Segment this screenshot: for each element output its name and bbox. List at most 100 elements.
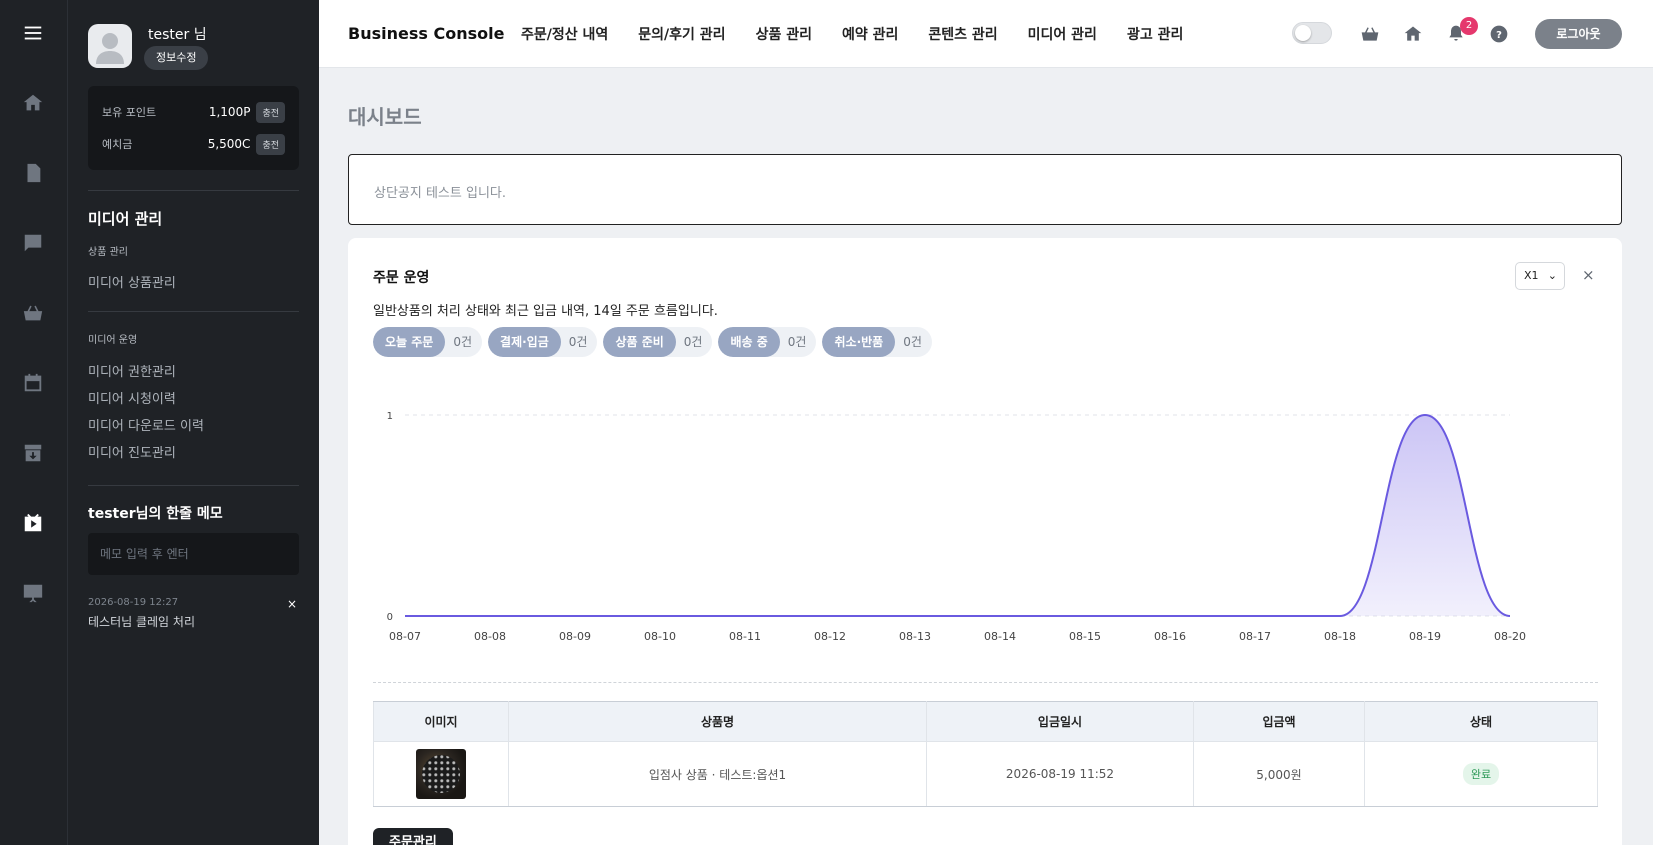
chip-cancel-return[interactable]: 취소·반품 0건 — [822, 327, 932, 357]
page-title: 대시보드 — [348, 105, 422, 129]
chevron-down-icon: ⌄ — [1547, 269, 1557, 282]
theme-toggle[interactable] — [1292, 22, 1332, 44]
column-header: 이미지 — [373, 701, 509, 742]
x-tick-label: 08-14 — [984, 630, 1016, 643]
divider — [88, 190, 299, 191]
chip-label: 결제·입금 — [488, 327, 561, 357]
chip-label: 오늘 주문 — [373, 327, 446, 357]
notice-text: 상단공지 테스트 입니다. — [374, 186, 506, 201]
chip-value: 0건 — [453, 335, 473, 349]
menu-media-progress[interactable]: 미디어 진도관리 — [88, 442, 176, 461]
menu-media-permissions[interactable]: 미디어 권한관리 — [88, 361, 176, 380]
x-tick-label: 08-07 — [389, 630, 421, 643]
series-area — [405, 415, 1510, 616]
chip-label: 상품 준비 — [603, 327, 676, 357]
nav-reservations[interactable]: 예약 관리 — [842, 24, 898, 44]
menu-media-watch-history[interactable]: 미디어 시청이력 — [88, 388, 176, 407]
top-bar: Business Console 주문/정산 내역 문의/후기 관리 상품 관리… — [319, 0, 1653, 68]
document-icon[interactable] — [20, 160, 46, 186]
help-icon[interactable]: ? — [1488, 23, 1510, 45]
hamburger-menu-icon[interactable] — [20, 20, 46, 46]
memo-date: 2026-08-19 12:27 — [88, 597, 179, 608]
order-operation-card: 주문 운영 일반상품의 처리 상태와 최근 입금 내역, 14일 주문 흐름입니… — [348, 238, 1622, 845]
table-row[interactable]: 입점사 상품 · 테스트:옵션1 2026-08-19 11:52 5,000원… — [373, 741, 1598, 807]
x-tick-label: 08-13 — [899, 630, 931, 643]
deposit-date: 2026-08-19 11:52 — [926, 741, 1194, 807]
column-header: 입금액 — [1193, 701, 1365, 742]
x-tick-label: 08-16 — [1154, 630, 1186, 643]
memo-title: tester님의 한줄 메모 — [88, 506, 223, 522]
memo-input[interactable] — [88, 533, 299, 575]
x-tick-label: 08-20 — [1494, 630, 1526, 643]
calendar-icon[interactable] — [20, 370, 46, 396]
chip-preparing[interactable]: 상품 준비 0건 — [603, 327, 713, 357]
main-nav: 주문/정산 내역 문의/후기 관리 상품 관리 예약 관리 콘텐츠 관리 미디어… — [521, 24, 1213, 44]
svg-text:?: ? — [1496, 30, 1502, 41]
notification-badge: 2 — [1460, 17, 1478, 35]
home-icon[interactable] — [1402, 23, 1424, 45]
status-cell: 완료 — [1364, 741, 1598, 807]
chip-today-orders[interactable]: 오늘 주문 0건 — [373, 327, 483, 357]
icon-rail — [0, 0, 68, 845]
nav-inquiries[interactable]: 문의/후기 관리 — [638, 24, 725, 44]
menu-media-download-history[interactable]: 미디어 다운로드 이력 — [88, 415, 204, 434]
points-row: 보유 포인트 1,100P 충전 — [102, 100, 285, 124]
edit-profile-button[interactable]: 정보수정 — [144, 46, 209, 70]
chip-value: 0건 — [787, 335, 807, 349]
close-icon[interactable]: × — [1582, 266, 1595, 284]
media-play-icon[interactable] — [20, 510, 46, 536]
chip-payment[interactable]: 결제·입금 0건 — [488, 327, 598, 357]
basket-icon[interactable] — [1359, 23, 1381, 45]
brand-title[interactable]: Business Console — [348, 24, 504, 43]
zoom-select[interactable]: X1 ⌄ — [1515, 262, 1565, 290]
card-title: 주문 운영 — [373, 270, 430, 286]
divider — [88, 311, 299, 312]
deposit-charge-button[interactable]: 충전 — [256, 133, 285, 155]
logout-button[interactable]: 로그아웃 — [1535, 19, 1622, 49]
nav-media[interactable]: 미디어 관리 — [1028, 24, 1097, 44]
basket-icon[interactable] — [20, 300, 46, 326]
order-flow-chart: 0 1 08-07 08-08 08-09 08-10 08-11 08-12 08-13 08-… — [387, 411, 1526, 643]
zoom-value: X1 — [1524, 269, 1539, 282]
y-tick-label: 0 — [387, 612, 393, 623]
chip-value: 0건 — [683, 335, 703, 349]
deposit-label: 예치금 — [102, 138, 133, 151]
x-tick-label: 08-09 — [559, 630, 591, 643]
deposit-value: 5,500C — [207, 137, 251, 151]
chip-shipping[interactable]: 배송 중 0건 — [718, 327, 817, 357]
points-label: 보유 포인트 — [102, 106, 157, 119]
chip-value: 0건 — [903, 335, 922, 349]
deposit-amount: 5,000원 — [1193, 741, 1365, 807]
product-image-cell — [373, 741, 509, 807]
y-tick-label: 1 — [387, 411, 393, 422]
nav-products[interactable]: 상품 관리 — [756, 24, 812, 44]
card-description: 일반상품의 처리 상태와 최근 입금 내역, 14일 주문 흐름입니다. — [373, 304, 718, 319]
status-chips: 오늘 주문 0건 결제·입금 0건 상품 준비 0건 배송 중 0건 취소·반품… — [373, 327, 938, 357]
menu-media-products[interactable]: 미디어 상품관리 — [88, 272, 176, 291]
points-charge-button[interactable]: 충전 — [256, 101, 285, 123]
column-header: 상태 — [1364, 701, 1598, 742]
memo-delete-icon[interactable]: × — [287, 597, 297, 611]
divider — [88, 485, 299, 486]
x-tick-label: 08-17 — [1239, 630, 1271, 643]
nav-contents[interactable]: 콘텐츠 관리 — [928, 24, 997, 44]
group-title-operations: 미디어 운영 — [88, 335, 138, 346]
column-header: 입금일시 — [926, 701, 1194, 742]
presentation-icon[interactable] — [20, 580, 46, 606]
chip-label: 취소·반품 — [822, 327, 896, 357]
avatar — [88, 24, 132, 68]
deposit-table: 이미지 상품명 입금일시 입금액 상태 입점사 상품 · 테스트:옵션1 202… — [373, 701, 1598, 807]
group-title-products: 상품 관리 — [88, 247, 128, 258]
chat-icon[interactable] — [20, 230, 46, 256]
wallet-box: 보유 포인트 1,100P 충전 예치금 5,500C 충전 — [88, 86, 299, 170]
column-header: 상품명 — [508, 701, 927, 742]
home-icon[interactable] — [20, 90, 46, 116]
product-thumbnail[interactable] — [416, 749, 466, 799]
x-tick-label: 08-19 — [1409, 630, 1441, 643]
archive-download-icon[interactable] — [20, 440, 46, 466]
order-manage-button[interactable]: 주문관리 — [373, 828, 453, 845]
nav-orders[interactable]: 주문/정산 내역 — [521, 24, 608, 44]
notice-box: 상단공지 테스트 입니다. — [348, 154, 1622, 225]
nav-ads[interactable]: 광고 관리 — [1127, 24, 1183, 44]
product-name: 입점사 상품 · 테스트:옵션1 — [508, 741, 927, 807]
